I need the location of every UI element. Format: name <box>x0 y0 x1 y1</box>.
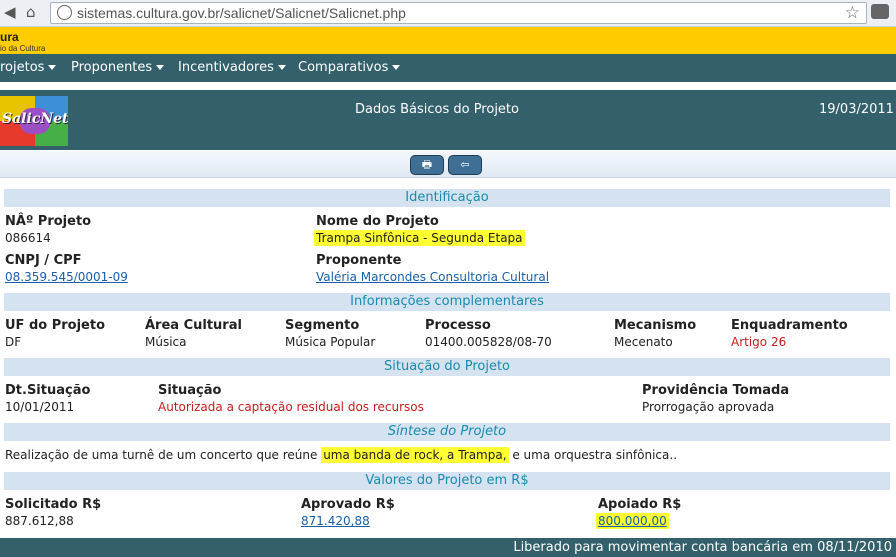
printer-icon: 🖶 <box>421 158 433 171</box>
apoiado-link[interactable]: 800.000,00 <box>596 513 669 529</box>
action-toolbar: 🖶 ⇦ <box>0 151 896 178</box>
mecanismo-label: Mecanismo <box>614 318 697 333</box>
apoiado-label: Apoiado R$ <box>598 497 682 512</box>
back-arrow-icon: ⇦ <box>460 158 470 171</box>
site-brand: ura <box>0 30 19 44</box>
providencia-label: Providência Tomada <box>642 383 790 398</box>
print-button[interactable]: 🖶 <box>410 155 444 175</box>
uf-value: DF <box>5 335 22 349</box>
situacao-label: Situação <box>158 383 222 398</box>
dt-situacao-label: Dt.Situação <box>5 383 91 398</box>
section-sintese: Síntese do Projeto <box>4 423 890 441</box>
menu-proponentes-label: Proponentes <box>71 60 153 75</box>
enquadramento-value: Artigo 26 <box>731 335 787 349</box>
back-arrow-icon[interactable]: ◀ <box>4 3 16 21</box>
chevron-down-icon <box>392 65 401 70</box>
sintese-text-after: e uma orquestra sinfônica.. <box>508 448 678 462</box>
aprovado-link[interactable]: 871.420,88 <box>301 514 370 528</box>
chevron-down-icon <box>48 65 57 70</box>
spacer <box>0 82 896 90</box>
main-menu: rojetos Proponentes Incentivadores Compa… <box>0 54 896 82</box>
footer-bar: Liberado para movimentar conta bancária … <box>0 538 896 557</box>
segmento-value: Música Popular <box>285 335 376 349</box>
section-situacao: Situação do Projeto <box>4 358 890 376</box>
cnpj-link[interactable]: 08.359.545/0001-09 <box>5 270 128 284</box>
area-cultural-value: Música <box>145 335 187 349</box>
nome-projeto-value: Trampa Sinfônica - Segunda Etapa <box>314 230 525 246</box>
solicitado-value: 887.612,88 <box>5 514 74 528</box>
page-title: Dados Básicos do Projeto <box>355 102 519 117</box>
camera-icon[interactable] <box>871 4 889 19</box>
bookmark-star-icon[interactable]: ☆ <box>845 3 860 23</box>
logo-text: SalicNet <box>2 111 68 127</box>
salicnet-logo: SalicNet <box>0 96 68 146</box>
back-button[interactable]: ⇦ <box>448 155 482 175</box>
sintese-text-before: Realização de uma turnê de um concerto q… <box>5 448 322 462</box>
uf-label: UF do Projeto <box>5 318 106 333</box>
globe-icon <box>57 5 72 20</box>
num-projeto-value: 086614 <box>5 231 51 245</box>
providencia-value: Prorrogação aprovada <box>642 400 775 414</box>
menu-comparativos[interactable]: Comparativos <box>298 60 401 75</box>
dt-situacao-value: 10/01/2011 <box>5 400 75 414</box>
menu-projetos[interactable]: rojetos <box>0 60 57 75</box>
aprovado-label: Aprovado R$ <box>301 497 395 512</box>
nome-projeto-label: Nome do Projeto <box>316 214 439 229</box>
segmento-label: Segmento <box>285 318 360 333</box>
sintese-text-highlight: uma banda de rock, a Trampa, <box>321 447 509 463</box>
proponente-label: Proponente <box>316 253 402 268</box>
chevron-down-icon <box>277 65 286 70</box>
enquadramento-label: Enquadramento <box>731 318 848 333</box>
situacao-value: Autorizada a captação residual dos recur… <box>158 400 424 414</box>
page-titlebar: SalicNet Dados Básicos do Projeto 19/03/… <box>0 90 896 150</box>
menu-comparativos-label: Comparativos <box>298 60 389 75</box>
browser-toolbar: ◀ ⌂ sistemas.cultura.gov.br/salicnet/Sal… <box>0 0 896 27</box>
proponente-link[interactable]: Valéria Marcondes Consultoria Cultural <box>316 270 549 284</box>
section-identificacao: Identificação <box>4 189 890 207</box>
site-header: ura io da Cultura <box>0 27 896 54</box>
area-cultural-label: Área Cultural <box>145 318 242 333</box>
processo-label: Processo <box>425 318 491 333</box>
solicitado-label: Solicitado R$ <box>5 497 102 512</box>
footer-text: Liberado para movimentar conta bancária … <box>513 540 892 555</box>
url-text[interactable]: sistemas.cultura.gov.br/salicnet/Salicne… <box>77 5 406 21</box>
num-projeto-label: NÂº Projeto <box>5 214 92 229</box>
sintese-text: Realização de uma turnê de um concerto q… <box>5 447 678 463</box>
home-icon[interactable]: ⌂ <box>26 3 36 21</box>
processo-value: 01400.005828/08-70 <box>425 335 552 349</box>
page-date: 19/03/2011 <box>819 102 894 117</box>
cnpj-label: CNPJ / CPF <box>5 253 82 268</box>
mecanismo-value: Mecenato <box>614 335 673 349</box>
menu-incentivadores-label: Incentivadores <box>178 60 274 75</box>
section-valores: Valores do Projeto em R$ <box>4 472 890 490</box>
section-complementares: Informações complementares <box>4 293 890 311</box>
menu-projetos-label: rojetos <box>0 60 45 75</box>
chevron-down-icon <box>156 65 165 70</box>
menu-incentivadores[interactable]: Incentivadores <box>178 60 286 75</box>
site-subtitle: io da Cultura <box>0 44 46 53</box>
menu-proponentes[interactable]: Proponentes <box>71 60 165 75</box>
address-bar[interactable]: sistemas.cultura.gov.br/salicnet/Salicne… <box>50 2 867 24</box>
